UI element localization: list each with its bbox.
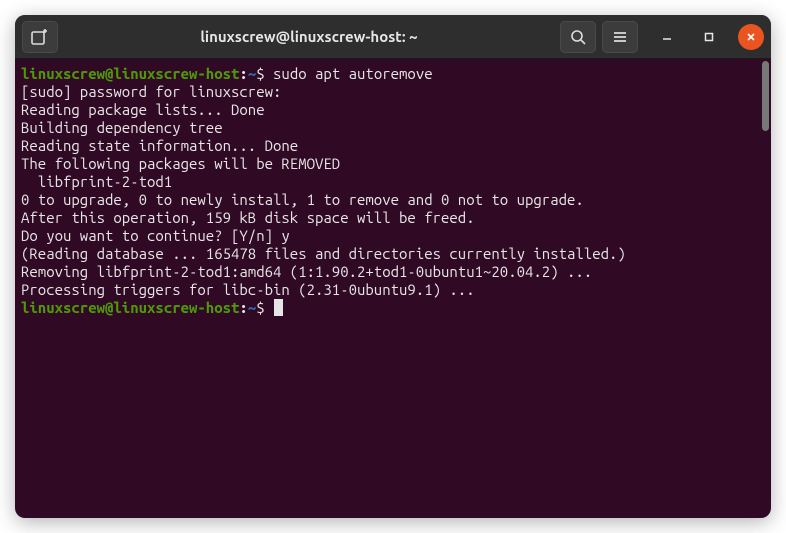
titlebar: linuxscrew@linuxscrew-host: ~	[15, 15, 771, 59]
prompt-symbol: $	[256, 299, 264, 316]
scrollbar[interactable]	[760, 59, 771, 518]
minimize-button[interactable]	[654, 24, 680, 50]
prompt-line-2: linuxscrew@linuxscrew-host:~$	[21, 299, 765, 317]
terminal-content: linuxscrew@linuxscrew-host:~$ sudo apt a…	[15, 59, 771, 323]
prompt-user: linuxscrew@linuxscrew-host	[21, 299, 239, 316]
menu-button[interactable]	[602, 21, 638, 53]
maximize-button[interactable]	[696, 24, 722, 50]
output-line: 0 to upgrade, 0 to newly install, 1 to r…	[21, 191, 765, 209]
prompt-path: ~	[248, 299, 256, 316]
output-line: [sudo] password for linuxscrew:	[21, 83, 765, 101]
output-line: libfprint-2-tod1	[21, 173, 765, 191]
header-buttons	[560, 21, 764, 53]
output-line: Removing libfprint-2-tod1:amd64 (1:1.90.…	[21, 263, 765, 281]
output-line: (Reading database ... 165478 files and d…	[21, 245, 765, 263]
output-line: After this operation, 159 kB disk space …	[21, 209, 765, 227]
output-line: Building dependency tree	[21, 119, 765, 137]
terminal-window: linuxscrew@linuxscrew-host: ~	[15, 15, 771, 518]
maximize-icon	[704, 32, 714, 42]
output-line: Do you want to continue? [Y/n] y	[21, 227, 765, 245]
terminal-body[interactable]: linuxscrew@linuxscrew-host:~$ sudo apt a…	[15, 59, 771, 518]
new-tab-button[interactable]	[22, 21, 58, 53]
scroll-thumb[interactable]	[762, 61, 769, 131]
close-button[interactable]	[738, 24, 764, 50]
prompt-path: ~	[248, 65, 256, 82]
window-title: linuxscrew@linuxscrew-host: ~	[64, 28, 554, 45]
cursor	[274, 299, 283, 316]
close-icon	[746, 32, 756, 42]
prompt-symbol: $	[256, 65, 264, 82]
new-tab-icon	[31, 29, 49, 45]
output-line: Reading package lists... Done	[21, 101, 765, 119]
minimize-icon	[662, 32, 672, 42]
command-text: sudo apt autoremove	[273, 65, 433, 82]
prompt-user: linuxscrew@linuxscrew-host	[21, 65, 239, 82]
prompt-line-1: linuxscrew@linuxscrew-host:~$ sudo apt a…	[21, 65, 765, 83]
prompt-colon: :	[239, 299, 247, 316]
output-line: The following packages will be REMOVED	[21, 155, 765, 173]
prompt-colon: :	[239, 65, 247, 82]
hamburger-icon	[612, 29, 628, 45]
search-button[interactable]	[560, 21, 596, 53]
output-line: Processing triggers for libc-bin (2.31-0…	[21, 281, 765, 299]
output-line: Reading state information... Done	[21, 137, 765, 155]
search-icon	[570, 29, 586, 45]
